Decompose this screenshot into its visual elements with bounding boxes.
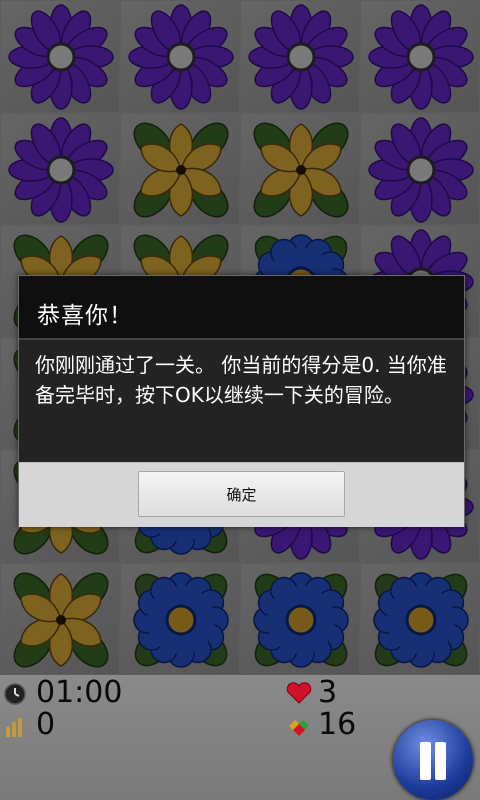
dialog-header: 恭喜你！ bbox=[19, 276, 464, 338]
level-complete-dialog: 恭喜你！ 你刚刚通过了一关。 你当前的得分是0. 当你准备完毕时，按下OK以继续… bbox=[18, 275, 465, 527]
dialog-title: 恭喜你！ bbox=[37, 303, 133, 329]
dialog-button-bar: 确定 bbox=[19, 462, 464, 527]
heart-icon bbox=[286, 682, 312, 704]
ok-button[interactable]: 确定 bbox=[138, 471, 345, 517]
pause-button[interactable] bbox=[393, 720, 473, 800]
timer-value: 01:00 bbox=[36, 675, 123, 710]
lives-value: 3 bbox=[318, 675, 338, 710]
dialog-message: 你刚刚通过了一关。 你当前的得分是0. 当你准备完毕时，按下OK以继续一下关的冒… bbox=[35, 353, 447, 407]
dialog-body: 你刚刚通过了一关。 你当前的得分是0. 当你准备完毕时，按下OK以继续一下关的冒… bbox=[19, 340, 464, 462]
score-bars-icon bbox=[6, 718, 22, 737]
moves-value: 16 bbox=[318, 707, 357, 742]
clock-icon bbox=[4, 683, 26, 705]
score-value: 0 bbox=[36, 707, 56, 742]
gems-icon bbox=[289, 720, 309, 736]
